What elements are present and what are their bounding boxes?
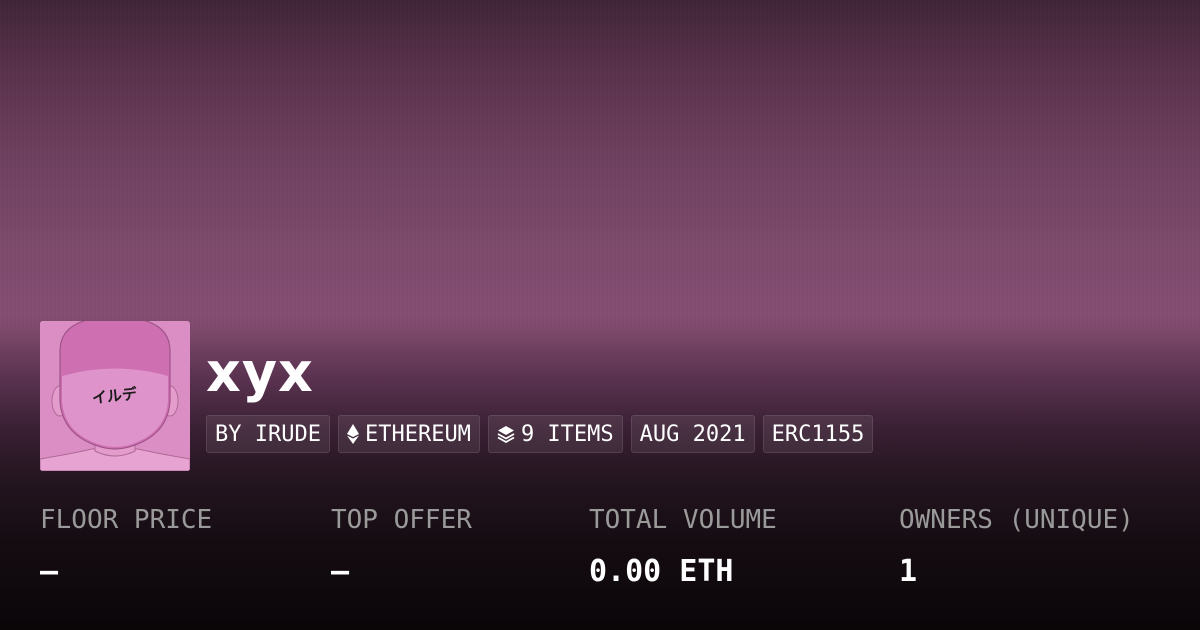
avatar-face-illustration: イルデ bbox=[40, 321, 190, 471]
tag-chain-label: ETHEREUM bbox=[364, 421, 471, 447]
collection-card: イルデ xyx BY IRUDE ETHEREUM 9 ITEMS AUG 20… bbox=[0, 0, 1200, 630]
ethereum-icon bbox=[346, 424, 359, 444]
tag-creator[interactable]: BY IRUDE bbox=[206, 415, 330, 453]
banner-image bbox=[0, 0, 1200, 330]
collection-avatar[interactable]: イルデ bbox=[40, 321, 190, 471]
tag-creator-label: BY IRUDE bbox=[215, 421, 321, 447]
tag-items[interactable]: 9 ITEMS bbox=[487, 415, 623, 453]
tag-created-date-label: AUG 2021 bbox=[639, 421, 746, 447]
stat-label: OWNERS (UNIQUE) bbox=[899, 505, 1134, 535]
stat-owners: OWNERS (UNIQUE) 1 bbox=[899, 500, 1134, 592]
stat-floor-price: FLOOR PRICE — bbox=[40, 500, 212, 592]
stat-top-offer: TOP OFFER — bbox=[331, 500, 472, 592]
stat-label: FLOOR PRICE bbox=[40, 505, 213, 535]
tag-chain[interactable]: ETHEREUM bbox=[337, 415, 480, 453]
stat-value: — bbox=[331, 554, 350, 589]
tag-token-standard-label: ERC1155 bbox=[771, 421, 865, 447]
tag-items-label: 9 ITEMS bbox=[520, 421, 614, 447]
tag-created-date: AUG 2021 bbox=[630, 415, 755, 453]
stat-label: TOTAL VOLUME bbox=[589, 505, 777, 535]
stat-total-volume: TOTAL VOLUME 0.00 ETH bbox=[589, 500, 777, 592]
tag-token-standard: ERC1155 bbox=[762, 415, 874, 453]
layers-icon bbox=[497, 425, 515, 443]
stat-label: TOP OFFER bbox=[331, 505, 472, 535]
collection-title: xyx bbox=[206, 341, 314, 404]
collection-tags: BY IRUDE ETHEREUM 9 ITEMS AUG 2021 ERC11… bbox=[206, 415, 874, 453]
stat-value: — bbox=[40, 554, 59, 589]
stat-value: 1 bbox=[899, 554, 918, 589]
stat-value: 0.00 ETH bbox=[589, 554, 734, 589]
